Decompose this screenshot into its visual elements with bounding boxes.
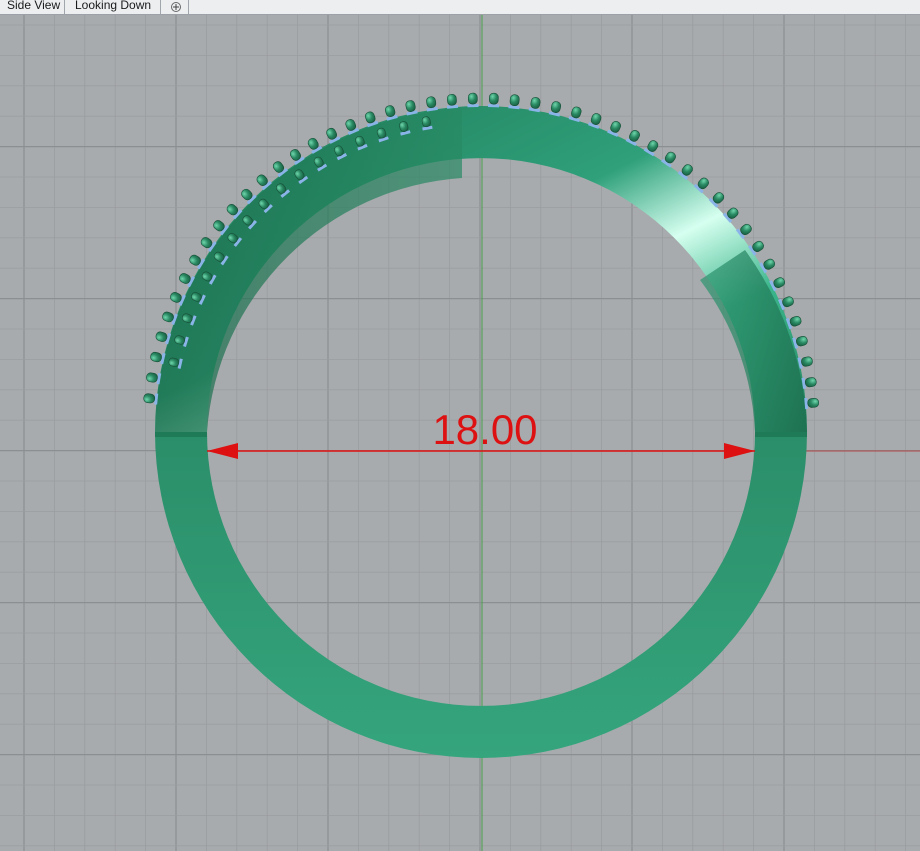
tab-side-view[interactable]: Side View xyxy=(7,0,60,15)
stone xyxy=(807,397,820,408)
pave-stone xyxy=(528,97,541,113)
pave-stone xyxy=(446,93,459,109)
diameter-dimension[interactable]: 18.00 xyxy=(207,406,755,459)
pave-stone xyxy=(467,92,479,108)
stone xyxy=(467,92,478,105)
ring-band-edge-left xyxy=(155,432,207,437)
rhino-viewport-window: Side View Looking Down 18.00 xyxy=(0,0,920,851)
pave-stone xyxy=(488,92,500,108)
prong xyxy=(488,103,500,108)
viewport-canvas[interactable]: 18.00 xyxy=(0,15,920,851)
3d-viewport[interactable]: 18.00 xyxy=(0,15,920,851)
stone xyxy=(801,356,813,367)
pave-stone xyxy=(548,101,562,117)
tab-looking-down[interactable]: Looking Down xyxy=(75,0,151,15)
stone xyxy=(530,97,541,109)
pave-stone xyxy=(405,100,418,116)
ring-band-edge-right xyxy=(755,432,807,437)
tab-separator xyxy=(188,0,189,14)
stone xyxy=(509,94,520,107)
pave-stone xyxy=(146,372,162,385)
stone xyxy=(426,96,437,109)
plus-icon[interactable] xyxy=(166,0,186,14)
viewport-tab-bar: Side View Looking Down xyxy=(0,0,920,15)
dimension-arrow-right xyxy=(724,443,755,459)
pave-stone xyxy=(804,397,820,410)
pave-stone xyxy=(384,105,398,121)
stone xyxy=(146,372,158,383)
tab-separator xyxy=(160,0,161,14)
pave-stone xyxy=(150,351,166,365)
stone xyxy=(150,351,162,363)
tab-separator xyxy=(64,0,65,14)
dimension-arrow-left xyxy=(207,443,238,459)
dimension-value-text: 18.00 xyxy=(432,406,537,453)
stone xyxy=(143,393,156,404)
ring-band-shadow-right xyxy=(700,250,807,432)
stone xyxy=(804,377,817,388)
stone xyxy=(488,92,499,105)
pave-stone xyxy=(792,335,808,349)
stone xyxy=(405,100,416,112)
prong xyxy=(467,103,479,108)
pave-stone xyxy=(797,356,813,369)
pave-stone xyxy=(426,96,438,112)
stone xyxy=(550,101,562,113)
stone xyxy=(446,93,457,106)
